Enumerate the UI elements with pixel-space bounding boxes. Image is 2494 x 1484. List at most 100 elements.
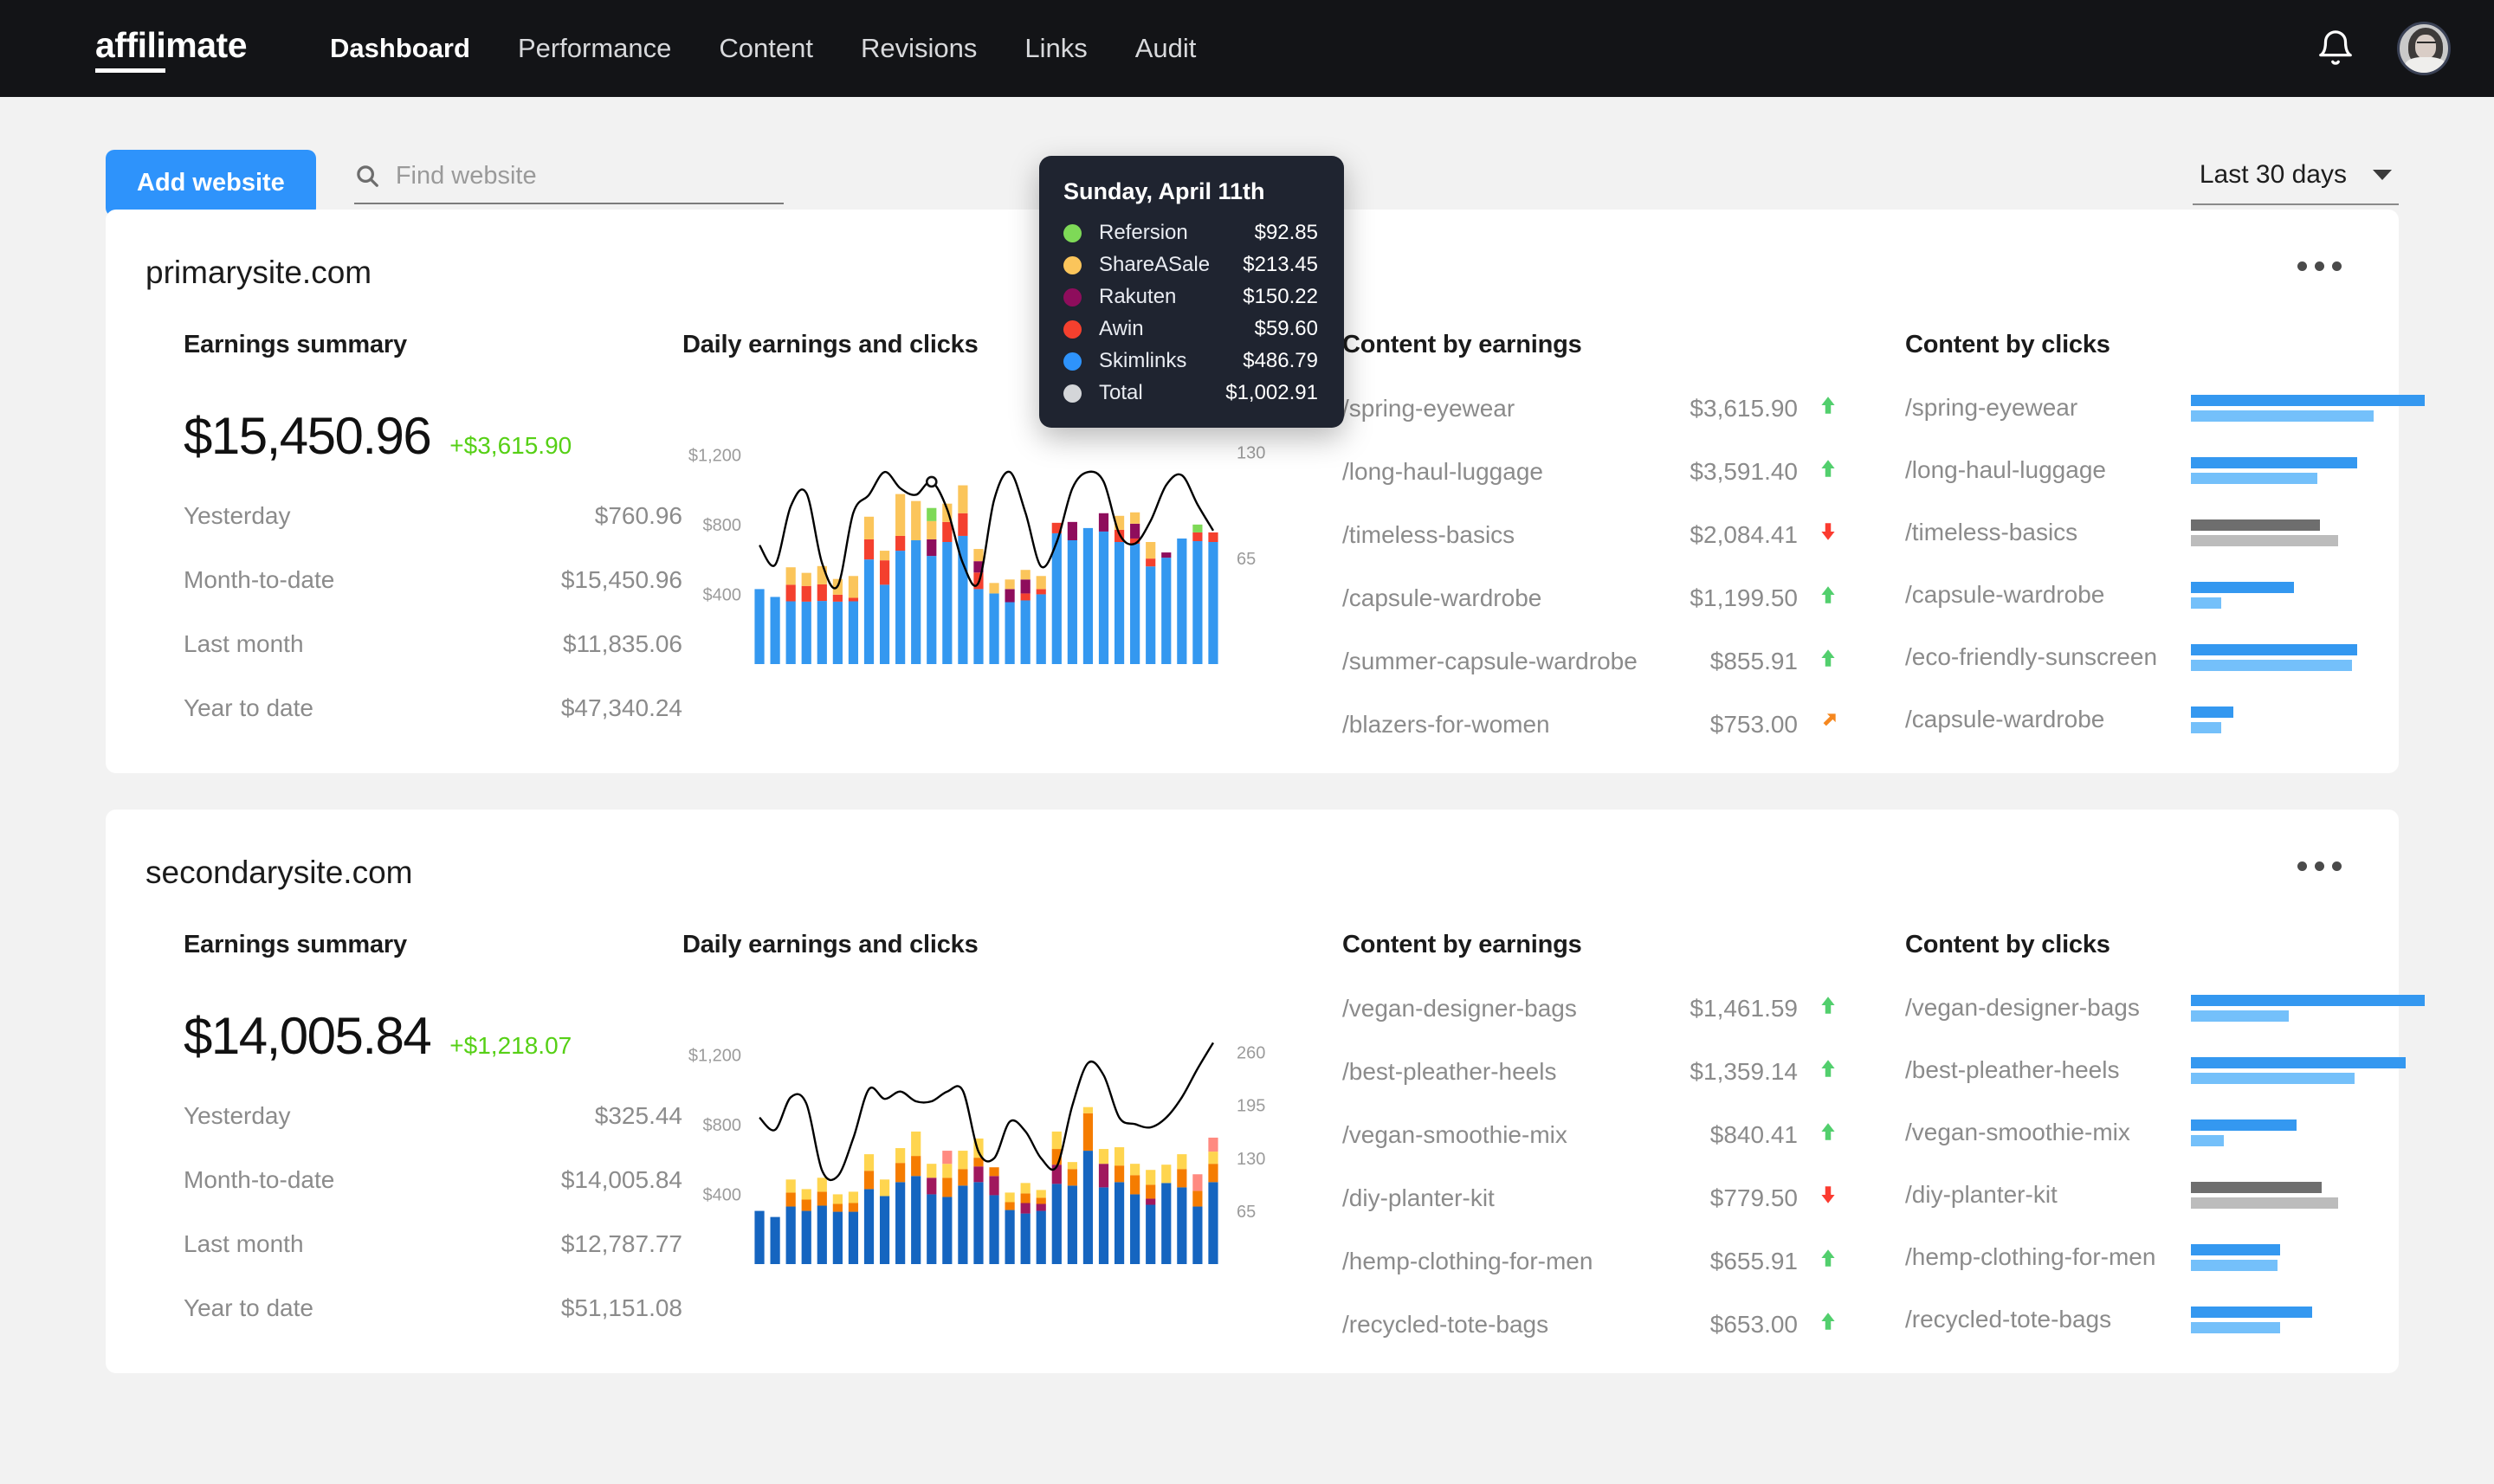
content-earnings-amount: $3,615.90	[1690, 394, 1798, 422]
bell-icon[interactable]	[2316, 29, 2355, 68]
legend-label: Total	[1099, 381, 1143, 404]
chart-tooltip-row: Refersion $92.85	[1063, 221, 1318, 245]
nav-item-performance[interactable]: Performance	[518, 33, 671, 64]
content-clicks-row[interactable]: /spring-eyewear	[1905, 394, 2425, 422]
add-website-button[interactable]: Add website	[106, 149, 316, 216]
summary-value: $11,835.06	[562, 630, 682, 657]
content-earnings-row[interactable]: /summer-capsule-wardrobe $855.91	[1342, 647, 1843, 675]
daily-chart-svg[interactable]: $400 $800 $1,200 65 130	[682, 411, 1289, 671]
chart-hover-marker	[925, 475, 938, 488]
chart-bar-segment	[927, 1164, 937, 1178]
content-clicks-row[interactable]: /vegan-smoothie-mix	[1905, 1119, 2397, 1146]
chart-bar-segment	[879, 551, 890, 561]
avatar[interactable]	[2397, 22, 2451, 75]
trend-up-icon	[1813, 1310, 1843, 1339]
content-clicks-row[interactable]: /recycled-tote-bags	[1905, 1306, 2397, 1333]
chart-bar-segment	[1114, 1165, 1125, 1183]
chart-bar-segment	[1130, 1194, 1140, 1264]
clicks-bar-pair	[2191, 394, 2425, 422]
daily-chart-svg[interactable]: $400 $800 $1,200 65 130 195 260	[682, 1011, 1289, 1271]
content-earnings-amount: $3,591.40	[1690, 457, 1798, 485]
chart-y-axis-tick: $800	[703, 1116, 742, 1135]
content-path: /vegan-smoothie-mix	[1342, 1120, 1567, 1148]
chart-bar-segment	[863, 516, 875, 539]
content-earnings-row[interactable]: /diy-planter-kit $779.50	[1342, 1184, 1843, 1212]
chart-bar-segment	[942, 1164, 953, 1178]
search-field-wrapper[interactable]	[353, 161, 784, 204]
content-clicks-row[interactable]: /capsule-wardrobe	[1905, 706, 2397, 733]
nav-item-links[interactable]: Links	[1024, 33, 1087, 64]
content-path: /vegan-smoothie-mix	[1905, 1119, 2130, 1145]
content-earnings-amount: $655.91	[1709, 1247, 1798, 1274]
content-path: /blazers-for-women	[1342, 710, 1550, 738]
chart-bar-segment	[1177, 1169, 1187, 1188]
content-earnings-row[interactable]: /vegan-smoothie-mix $840.41	[1342, 1120, 1843, 1149]
content-earnings-row[interactable]: /hemp-clothing-for-men $655.91	[1342, 1247, 1843, 1275]
more-options-icon[interactable]	[2294, 255, 2345, 278]
content-clicks-row[interactable]: /diy-planter-kit	[1905, 1181, 2397, 1209]
content-earnings-row[interactable]: /capsule-wardrobe $1,199.50	[1342, 584, 1843, 612]
chart-bar-segment	[1082, 1151, 1094, 1264]
content-earnings-amount: $1,199.50	[1690, 584, 1798, 611]
content-clicks-row[interactable]: /timeless-basics	[1905, 519, 2397, 546]
content-path: /vegan-designer-bags	[1342, 994, 1577, 1022]
clicks-bar-previous	[2191, 472, 2317, 484]
summary-row-last-month: Last month $12,787.77	[184, 1230, 682, 1258]
clicks-bar-current	[2191, 643, 2357, 655]
chart-bar-segment	[942, 521, 953, 542]
content-clicks-row[interactable]: /eco-friendly-sunscreen	[1905, 643, 2397, 671]
chart-bar-segment	[958, 513, 968, 536]
content-clicks-row[interactable]: /capsule-wardrobe	[1905, 581, 2397, 609]
nav-item-audit[interactable]: Audit	[1135, 33, 1197, 64]
content-path: /vegan-designer-bags	[1905, 994, 2140, 1021]
chart-bar-segment	[1036, 594, 1046, 664]
daily-chart[interactable]: $400 $800 $1,200 65 130	[682, 411, 1289, 697]
content-clicks-row[interactable]: /long-haul-luggage	[1905, 456, 2397, 484]
content-clicks-row[interactable]: /best-pleather-heels	[1905, 1056, 2407, 1084]
content-earnings-row[interactable]: /recycled-tote-bags $653.00	[1342, 1310, 1843, 1339]
chart-bar-segment	[1005, 1192, 1015, 1203]
content-clicks-row[interactable]: /vegan-designer-bags	[1905, 994, 2425, 1022]
chart-bar-segment	[785, 1206, 796, 1264]
nav-item-dashboard[interactable]: Dashboard	[330, 33, 470, 64]
nav-item-content[interactable]: Content	[719, 33, 813, 64]
chart-bar-segment	[1067, 1169, 1077, 1186]
trend-up-icon	[1813, 1057, 1843, 1086]
daily-chart[interactable]: $400 $800 $1,200 65 130 195 260	[682, 1011, 1289, 1297]
clicks-bar-previous	[2191, 1134, 2224, 1146]
chart-bar-segment	[848, 601, 859, 664]
clicks-bar-pair	[2191, 706, 2425, 733]
clicks-bar-current	[2191, 394, 2425, 406]
content-earnings-row[interactable]: /spring-eyewear $3,615.90	[1342, 394, 1843, 423]
chart-bar-segment	[832, 594, 843, 602]
more-options-icon[interactable]	[2294, 855, 2345, 878]
clicks-bar-previous	[2191, 410, 2374, 422]
search-input[interactable]	[395, 161, 784, 190]
content-clicks-row[interactable]: /hemp-clothing-for-men	[1905, 1243, 2397, 1271]
legend-value: $92.85	[1254, 221, 1318, 244]
chart-bar-segment	[1082, 527, 1094, 664]
chart-y2-axis-tick: 130	[1237, 444, 1265, 463]
clicks-bar-current	[2191, 1119, 2297, 1131]
chart-bar-segment	[817, 584, 827, 602]
chart-bar-segment	[1146, 542, 1156, 559]
content-earnings-row[interactable]: /best-pleather-heels $1,359.14	[1342, 1057, 1843, 1086]
chart-bar-segment	[1036, 1190, 1046, 1198]
content-by-clicks-list: /spring-eyewear/long-haul-luggage/timele…	[1905, 394, 2425, 733]
chart-bar-segment	[1114, 1147, 1125, 1166]
date-range-selector[interactable]: Last 30 days	[2192, 160, 2399, 205]
chart-bar-segment	[801, 585, 811, 602]
content-earnings-row[interactable]: /long-haul-luggage $3,591.40	[1342, 457, 1843, 486]
chart-bar-segment	[1146, 558, 1156, 567]
chart-bar-segment	[958, 1185, 968, 1264]
brand-logo[interactable]: affilimate	[95, 25, 248, 73]
content-earnings-row[interactable]: /blazers-for-women $753.00	[1342, 710, 1843, 739]
content-earnings-row[interactable]: /timeless-basics $2,084.41	[1342, 520, 1843, 549]
legend-value: $150.22	[1243, 285, 1318, 308]
chart-bar-segment	[817, 1178, 827, 1192]
nav-item-revisions[interactable]: Revisions	[861, 33, 977, 64]
chart-y-axis-tick: $400	[703, 1185, 742, 1204]
content-earnings-row[interactable]: /vegan-designer-bags $1,461.59	[1342, 994, 1843, 1023]
content-earnings-amount: $753.00	[1709, 710, 1798, 738]
content-earnings-amount: $2,084.41	[1690, 520, 1798, 548]
